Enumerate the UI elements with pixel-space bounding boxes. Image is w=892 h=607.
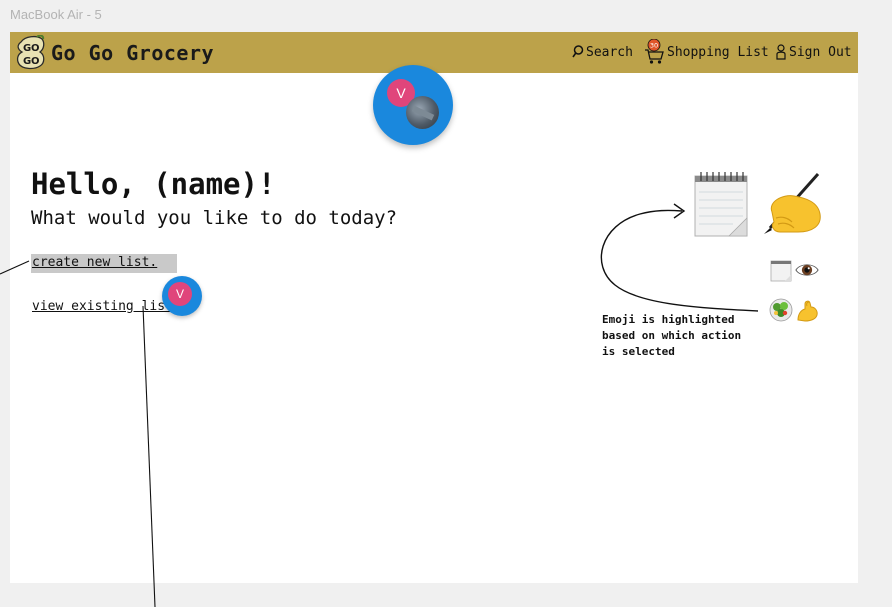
greeting-heading: Hello, (name)! [31, 167, 276, 201]
svg-text:G: G [23, 43, 31, 54]
greeting-subtitle: What would you like to do today? [31, 207, 398, 229]
app-frame: G O G O Go Go Grocery Search 30 Shopping… [10, 32, 858, 583]
view-existing-list-option[interactable]: view existing list [32, 295, 173, 314]
nav-sign-out-label: Sign Out [789, 44, 852, 60]
collaborator-photo [406, 96, 439, 129]
view-emoji-group [769, 258, 821, 282]
collaborator-avatar-large[interactable]: V [373, 65, 453, 145]
view-existing-list-label: view existing list [32, 299, 173, 314]
annotation-note: Emoji is highlighted based on which acti… [602, 313, 742, 358]
nav-search-label: Search [586, 44, 633, 60]
flexed-biceps-icon [797, 300, 818, 322]
collaborator-cursor-initial: V [168, 282, 192, 306]
go-go-logo-icon[interactable]: G O G O [15, 35, 46, 70]
collaborator-cursor-avatar[interactable]: V [162, 276, 202, 316]
nav-shopping-list-label: Shopping List [667, 44, 769, 60]
person-icon [776, 44, 786, 60]
create-emoji-group [769, 298, 821, 322]
app-title: Go Go Grocery [51, 41, 215, 65]
salad-icon [769, 298, 793, 322]
notepad-icon [694, 172, 748, 237]
top-navbar: G O G O Go Go Grocery Search 30 Shopping… [10, 32, 858, 73]
writing-hand-icon [764, 173, 821, 234]
svg-text:O: O [31, 56, 40, 67]
frame-label: MacBook Air - 5 [10, 7, 102, 22]
shopping-cart-icon: 30 [645, 39, 664, 64]
nav-sign-out[interactable]: Sign Out [776, 36, 852, 68]
search-icon [572, 45, 584, 58]
create-new-list-label: create new list. [32, 255, 158, 270]
svg-text:O: O [31, 43, 40, 54]
create-new-list-option[interactable]: create new list. [31, 254, 177, 273]
svg-text:G: G [23, 56, 31, 67]
eye-icon [795, 264, 819, 276]
nav-shopping-list[interactable]: 30 Shopping List [644, 36, 769, 68]
small-notepad-icon [770, 260, 792, 282]
cart-count-badge: 30 [650, 42, 658, 50]
nav-search[interactable]: Search [572, 36, 633, 68]
